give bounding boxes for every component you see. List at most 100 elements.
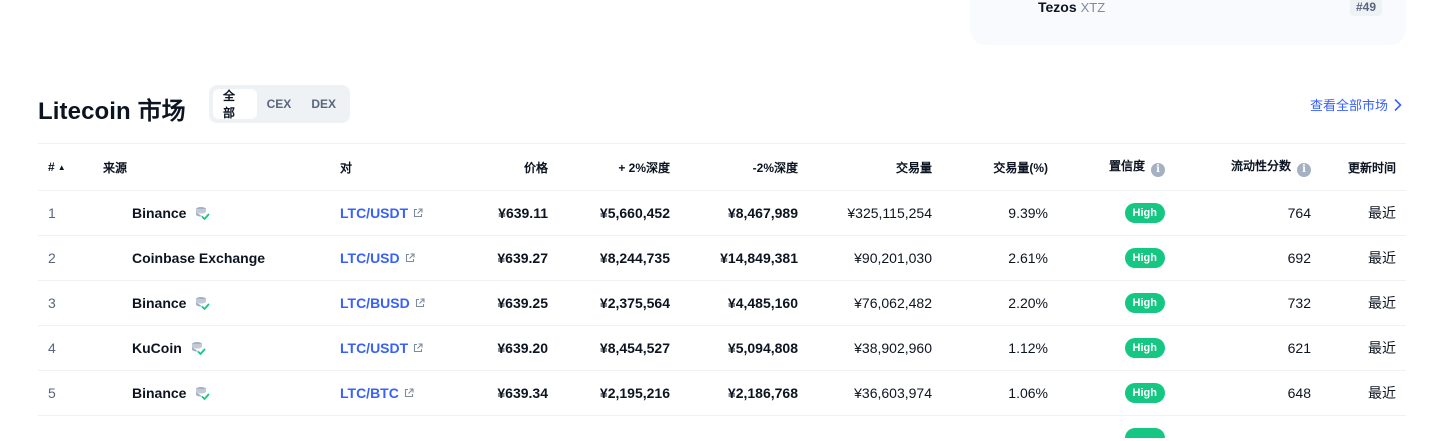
market-type-tabs: 全部 CEX DEX	[209, 85, 350, 123]
exchange-name[interactable]: Binance	[132, 385, 186, 401]
external-link-icon[interactable]	[404, 388, 414, 398]
coin-name-text: Tezos	[1038, 0, 1077, 15]
price-cell: ¥639.25	[468, 281, 548, 326]
price-cell: ¥639.11	[468, 191, 548, 236]
minus-depth-cell: ¥14,849,381	[670, 236, 798, 281]
partial-spacer	[38, 416, 1048, 441]
info-icon[interactable]: i	[1297, 163, 1311, 177]
updated-cell: 最近	[1311, 236, 1406, 281]
table-row[interactable]: 4KuCoinLTC/USDT¥639.20¥8,454,527¥5,094,8…	[38, 326, 1406, 371]
volume-pct-cell: 1.12%	[932, 326, 1048, 371]
header-volume: 交易量	[798, 144, 932, 191]
rank-badge: #49	[1350, 0, 1382, 16]
pair-link[interactable]: LTC/USDT	[340, 340, 423, 356]
pair-cell: LTC/USDT	[340, 326, 468, 371]
partial-spacer	[1165, 416, 1406, 441]
tab-dex[interactable]: DEX	[301, 89, 346, 119]
minus-depth-cell: ¥4,485,160	[670, 281, 798, 326]
plus-depth-cell: ¥8,244,735	[548, 236, 670, 281]
verified-stack-icon	[190, 340, 206, 356]
tab-cex[interactable]: CEX	[257, 89, 302, 119]
external-link-icon[interactable]	[415, 298, 425, 308]
related-coin-card[interactable]: TezosXTZ #49	[970, 0, 1406, 45]
plus-depth-cell: ¥2,375,564	[548, 281, 670, 326]
minus-depth-cell: ¥2,186,768	[670, 371, 798, 416]
volume-cell: ¥90,201,030	[798, 236, 932, 281]
pair-link[interactable]: LTC/BUSD	[340, 295, 425, 311]
pair-label: LTC/USD	[340, 250, 400, 266]
pair-label: LTC/BTC	[340, 385, 399, 401]
pair-label: LTC/BUSD	[340, 295, 410, 311]
table-row[interactable]: 3 Binance LTC/BUSD ¥639.25¥2,375,564¥4,485,…	[38, 281, 1406, 326]
pair-cell: LTC/BUSD	[340, 281, 468, 326]
source-cell: Binance	[103, 191, 340, 236]
rank-cell: 5	[38, 371, 103, 416]
view-all-markets-link[interactable]: 查看全部市场	[1310, 95, 1402, 114]
plus-depth-cell: ¥8,454,527	[548, 326, 670, 371]
exchange-name[interactable]: Coinbase Exchange	[132, 250, 265, 266]
pair-link[interactable]: LTC/USD	[340, 250, 415, 266]
price-cell: ¥639.20	[468, 326, 548, 371]
external-link-icon[interactable]	[413, 208, 423, 218]
volume-cell: ¥325,115,254	[798, 191, 932, 236]
table-row[interactable]: 5BinanceLTC/BTC¥639.34¥2,195,216¥2,186,7…	[38, 371, 1406, 416]
header-source: 来源	[103, 144, 340, 191]
confidence-badge: High	[1125, 203, 1165, 223]
external-link-icon[interactable]	[405, 253, 415, 263]
updated-cell: 最近	[1311, 281, 1406, 326]
minus-depth-cell: ¥5,094,808	[670, 326, 798, 371]
price-cell: ¥639.27	[468, 236, 548, 281]
section-title: Litecoin 市场	[38, 91, 186, 126]
confidence-cell: High	[1048, 236, 1165, 281]
source-cell: Binance	[103, 371, 340, 416]
header-liquidity: 流动性分数 i	[1165, 144, 1311, 191]
confidence-cell: High	[1048, 191, 1165, 236]
header-plus-depth: + 2%深度	[548, 144, 670, 191]
table-header-row: #▲ 来源 对 价格 + 2%深度 -2%深度 交易量 交易量(%) 置信度i …	[38, 144, 1406, 191]
confidence-cell: High	[1048, 326, 1165, 371]
confidence-cell	[1048, 416, 1165, 441]
volume-cell: ¥76,062,482	[798, 281, 932, 326]
tab-all[interactable]: 全部	[213, 89, 257, 119]
volume-cell: ¥36,603,974	[798, 371, 932, 416]
exchange-name[interactable]: KuCoin	[132, 340, 182, 356]
rank-cell: 3	[38, 281, 103, 326]
pair-link[interactable]: LTC/USDT	[340, 205, 423, 221]
exchange-name[interactable]: Binance	[132, 205, 186, 221]
rank-cell: 2	[38, 236, 103, 281]
markets-table: #▲ 来源 对 价格 + 2%深度 -2%深度 交易量 交易量(%) 置信度i …	[38, 143, 1406, 441]
table-row[interactable]: 2 Coinbase Exchange LTC/USD ¥639.27¥8,244,7…	[38, 236, 1406, 281]
volume-pct-cell: 2.20%	[932, 281, 1048, 326]
liquidity-cell: 764	[1165, 191, 1311, 236]
liquidity-cell: 648	[1165, 371, 1311, 416]
volume-pct-cell: 2.61%	[932, 236, 1048, 281]
confidence-badge: High	[1125, 383, 1165, 403]
external-link-icon[interactable]	[413, 343, 423, 353]
rank-cell: 1	[38, 191, 103, 236]
confidence-badge: High	[1125, 293, 1165, 313]
header-rank-label: #	[48, 160, 55, 174]
exchange-name[interactable]: Binance	[132, 295, 186, 311]
confidence-badge: High	[1125, 248, 1165, 268]
info-icon[interactable]: i	[1151, 163, 1165, 177]
header-pair: 对	[340, 144, 468, 191]
header-liquidity-label: 流动性分数	[1231, 159, 1291, 173]
confidence-cell: High	[1048, 281, 1165, 326]
source-cell: Coinbase Exchange	[103, 236, 340, 281]
liquidity-cell: 692	[1165, 236, 1311, 281]
confidence-badge: High	[1125, 338, 1165, 358]
header-rank[interactable]: #▲	[38, 144, 103, 191]
verified-stack-icon	[194, 295, 210, 311]
header-confidence: 置信度i	[1048, 144, 1165, 191]
pair-cell: LTC/BTC	[340, 371, 468, 416]
header-volume-pct: 交易量(%)	[932, 144, 1048, 191]
table-row[interactable]: 1BinanceLTC/USDT¥639.11¥5,660,452¥8,467,…	[38, 191, 1406, 236]
related-coin-name: TezosXTZ	[1038, 0, 1105, 15]
table-row-partial	[38, 416, 1406, 441]
pair-link[interactable]: LTC/BTC	[340, 385, 414, 401]
source-cell: Binance	[103, 281, 340, 326]
plus-depth-cell: ¥5,660,452	[548, 191, 670, 236]
verified-stack-icon	[194, 385, 210, 401]
header-source-label: 来源	[103, 161, 127, 175]
pair-cell: LTC/USD	[340, 236, 468, 281]
